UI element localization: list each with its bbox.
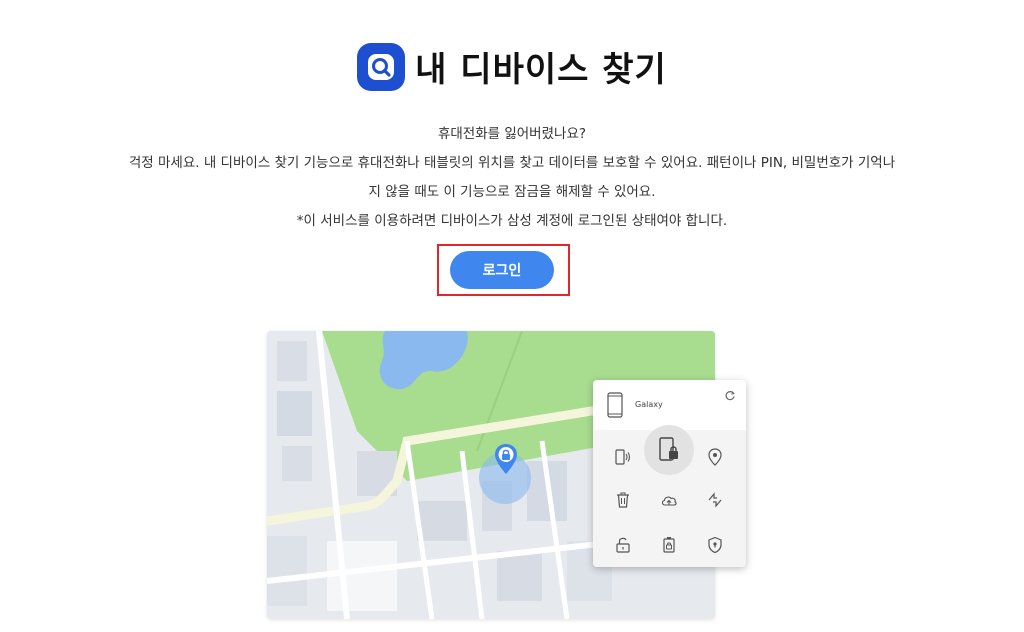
location-pin-icon	[495, 444, 517, 474]
guardian-icon[interactable]	[659, 535, 679, 555]
magnifier-icon	[357, 42, 406, 91]
login-button[interactable]: 로그인	[450, 251, 554, 289]
device-name: Galaxy	[635, 400, 663, 409]
description-line: 걱정 마세요. 내 디바이스 찾기 기능으로 휴대전화나 태블릿의 위치를 찾고…	[128, 155, 896, 171]
device-panel: Galaxy	[593, 380, 746, 567]
refresh-icon[interactable]	[724, 390, 736, 402]
shield-icon[interactable]	[705, 535, 725, 555]
delete-icon[interactable]	[613, 490, 633, 510]
description-line: *이 서비스를 이용하려면 디바이스가 삼성 계정에 로그인된 상태여야 합니다…	[296, 213, 728, 229]
phone-icon	[607, 392, 623, 418]
title-row: 내 디바이스 찾기	[0, 42, 1024, 91]
description-line: 휴대전화를 잃어버렸나요?	[437, 126, 587, 142]
page-title: 내 디바이스 찾기	[415, 50, 667, 90]
lock-icon[interactable]	[644, 425, 694, 475]
description: 휴대전화를 잃어버렸나요? 걱정 마세요. 내 디바이스 찾기 기능으로 휴대전…	[0, 120, 1024, 236]
battery-icon[interactable]	[705, 490, 725, 510]
device-header: Galaxy	[593, 380, 746, 430]
ring-icon[interactable]	[613, 447, 633, 467]
device-functions	[593, 425, 746, 567]
description-line: 지 않을 때도 이 기능으로 잠금을 해제할 수 있어요.	[368, 184, 656, 200]
unlock-icon[interactable]	[613, 535, 633, 555]
location-icon[interactable]	[705, 447, 725, 467]
backup-icon[interactable]	[659, 490, 679, 510]
